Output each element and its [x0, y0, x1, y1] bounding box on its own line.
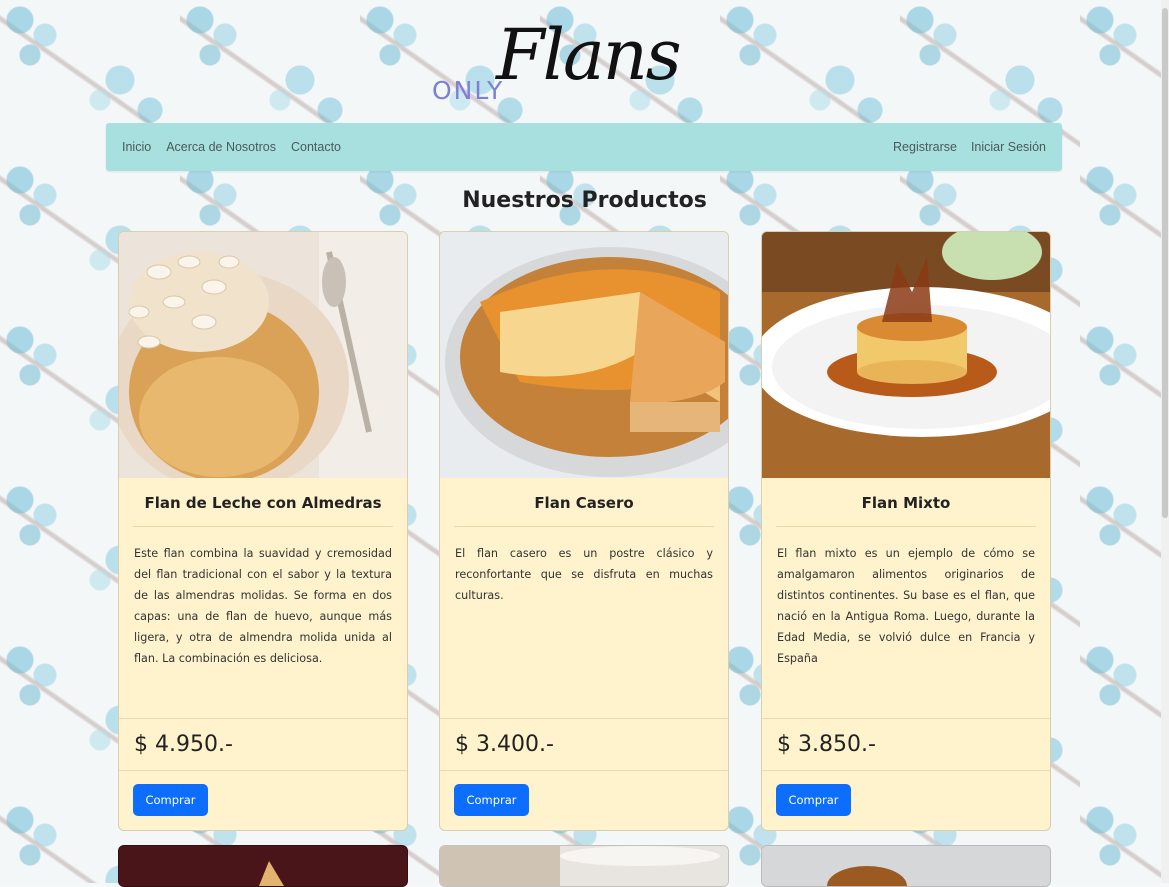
product-title: Flan Mixto [861, 494, 951, 512]
product-image-almendras [119, 232, 407, 478]
logo-prefix: ONLY [432, 76, 505, 105]
product-image-partial [119, 846, 407, 886]
product-card-partial [761, 845, 1051, 887]
product-card: Flan Casero El flan casero es un postre … [439, 231, 729, 831]
nav-link-acerca[interactable]: Acerca de Nosotros [166, 140, 276, 154]
section-title: Nuestros Productos [462, 188, 707, 213]
product-price: $ 4.950.- [134, 732, 233, 757]
scrollbar-thumb[interactable] [1162, 8, 1168, 518]
product-image-mixto [762, 232, 1050, 478]
product-image-casero [440, 232, 728, 478]
divider [119, 718, 407, 719]
divider [762, 770, 1050, 771]
buy-button[interactable]: Comprar [454, 784, 529, 816]
buy-button[interactable]: Comprar [776, 784, 851, 816]
product-card: Flan de Leche con Almedras Este flan com… [118, 231, 408, 831]
divider [454, 526, 714, 527]
buy-button[interactable]: Comprar [133, 784, 208, 816]
product-price: $ 3.400.- [455, 732, 554, 757]
divider [440, 770, 728, 771]
divider [762, 718, 1050, 719]
nav-right-links: Registrarse Iniciar Sesión [893, 140, 1046, 154]
product-card-partial [118, 845, 408, 887]
product-price: $ 3.850.- [777, 732, 876, 757]
product-card-partial [439, 845, 729, 887]
nav-left-links: Inicio Acerca de Nosotros Contacto [122, 140, 341, 154]
product-description: El flan casero es un postre clásico y re… [455, 547, 713, 602]
divider [776, 526, 1036, 527]
nav-link-iniciar-sesion[interactable]: Iniciar Sesión [971, 140, 1046, 154]
product-description: El flan mixto es un ejemplo de cómo se a… [777, 547, 1035, 665]
logo-name: Flans [496, 14, 682, 96]
nav-link-registrarse[interactable]: Registrarse [893, 140, 957, 154]
nav-link-contacto[interactable]: Contacto [291, 140, 341, 154]
product-description: Este flan combina la suavidad y cremosid… [134, 547, 392, 665]
product-image-partial [440, 846, 728, 886]
top-navbar: Inicio Acerca de Nosotros Contacto Regis… [106, 123, 1062, 171]
page-scrollbar[interactable] [1161, 0, 1169, 883]
product-title: Flan Casero [534, 494, 634, 512]
divider [119, 770, 407, 771]
divider [133, 526, 393, 527]
site-logo[interactable]: ONLY Flans [430, 14, 750, 114]
product-title: Flan de Leche con Almedras [144, 494, 382, 512]
product-image-partial [762, 846, 1050, 886]
divider [440, 718, 728, 719]
product-card: Flan Mixto El flan mixto es un ejemplo d… [761, 231, 1051, 831]
nav-link-inicio[interactable]: Inicio [122, 140, 151, 154]
